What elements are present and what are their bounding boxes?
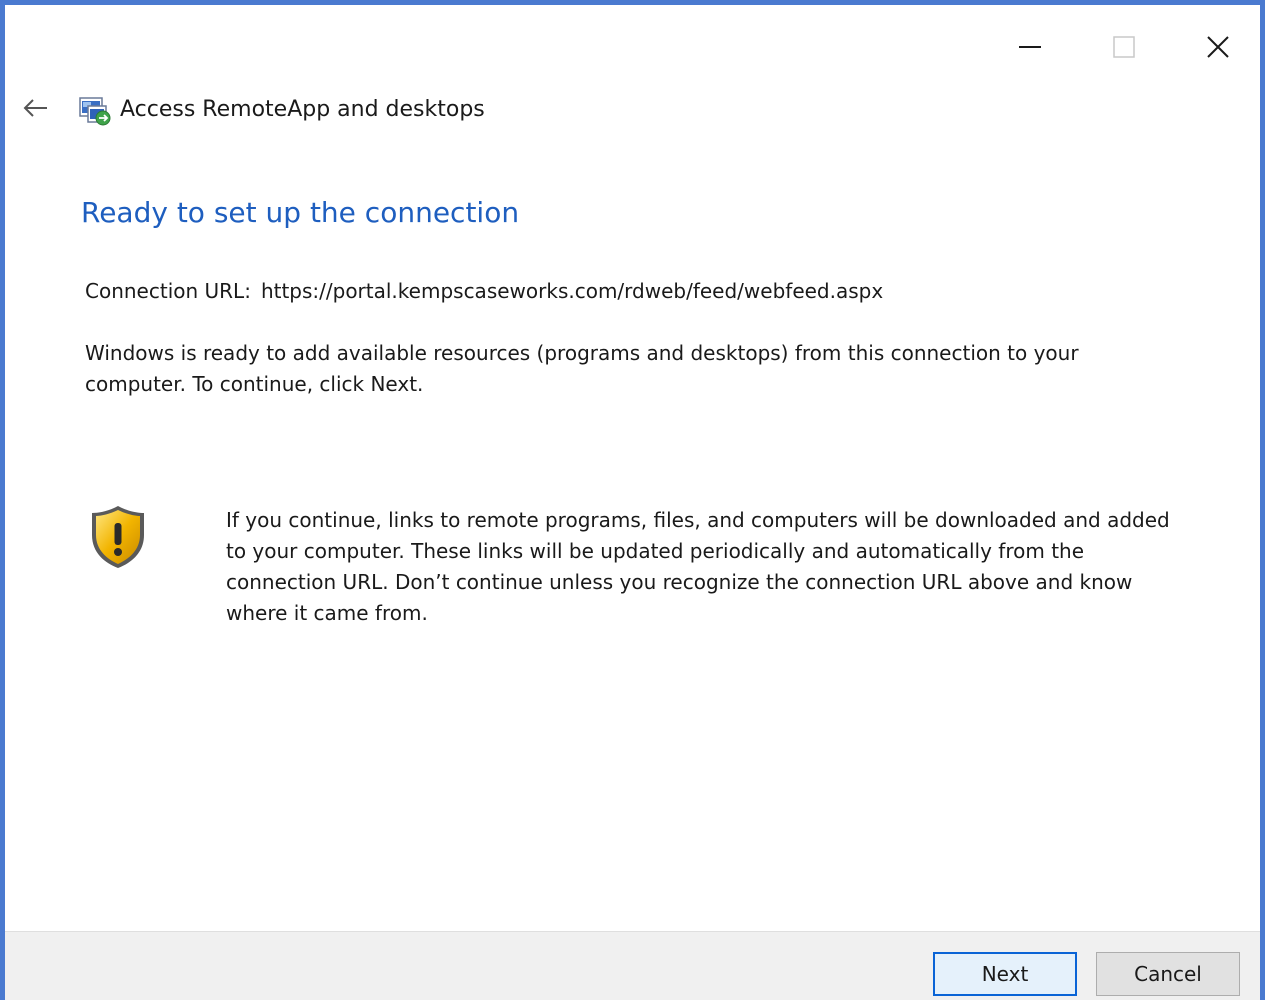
connection-url-line: Connection URL: https://portal.kempscasew… [85, 275, 883, 307]
warning-text: If you continue, links to remote program… [226, 508, 1170, 625]
cancel-button[interactable]: Cancel [1096, 952, 1240, 996]
button-bar: Next Cancel [5, 931, 1260, 1000]
connection-url-label: Connection URL: [85, 279, 251, 303]
remoteapp-icon [78, 94, 114, 126]
maximize-button[interactable] [1101, 19, 1147, 75]
shield-warning-icon [87, 503, 149, 571]
description-text: Windows is ready to add available resour… [85, 341, 1079, 396]
back-button[interactable] [15, 95, 55, 125]
back-arrow-icon [22, 98, 48, 122]
next-button[interactable]: Next [933, 952, 1077, 996]
minimize-button[interactable] [1007, 19, 1053, 75]
window-title: Access RemoteApp and desktops [120, 97, 485, 122]
minimize-icon [1019, 45, 1041, 49]
close-button[interactable] [1195, 19, 1241, 75]
close-icon [1206, 35, 1230, 59]
page-heading: Ready to set up the connection [81, 196, 520, 229]
connection-url-value: https://portal.kempscaseworks.com/rdweb/… [260, 279, 884, 303]
maximize-icon [1113, 36, 1135, 58]
wizard-window: Access RemoteApp and desktops Ready to s… [0, 0, 1265, 1000]
